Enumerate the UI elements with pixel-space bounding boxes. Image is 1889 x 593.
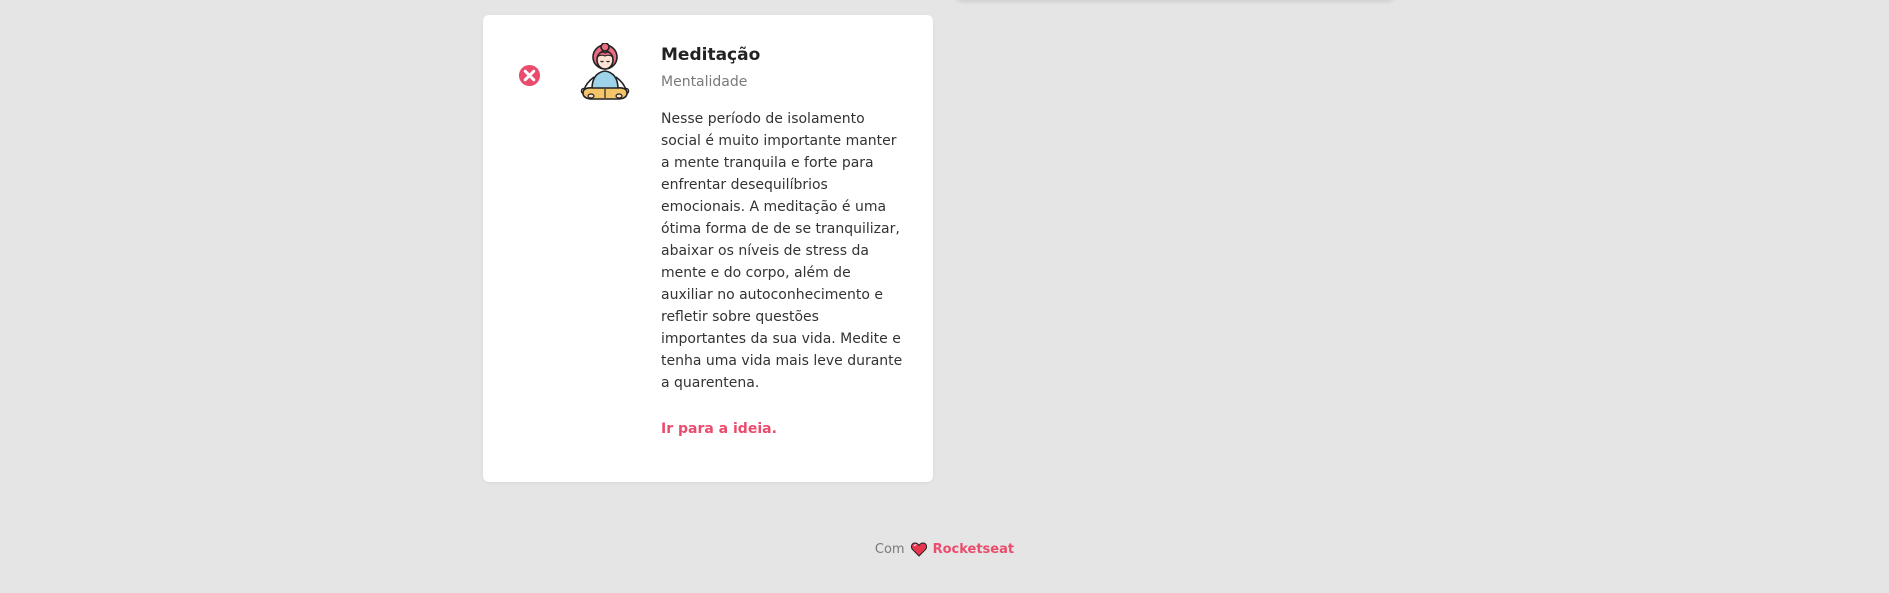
idea-content: Meditação Mentalidade Nesse período de i… xyxy=(661,43,911,437)
footer-prefix: Com xyxy=(874,542,905,557)
meditation-icon xyxy=(577,42,633,103)
idea-category: Mentalidade xyxy=(661,74,748,90)
footer: Com Rocketseat xyxy=(0,542,1889,557)
rocketseat-link[interactable]: Rocketseat xyxy=(933,542,1015,557)
idea-description: Nesse período de isolamento social é mui… xyxy=(661,111,903,391)
idea-card: Meditação Mentalidade Nesse período de i… xyxy=(483,15,933,482)
close-circle-icon xyxy=(518,64,541,87)
go-to-idea-link[interactable]: Ir para a ideia. xyxy=(661,421,777,437)
heart-icon xyxy=(910,542,927,557)
remove-idea-button[interactable] xyxy=(518,64,541,87)
idea-title: Meditação xyxy=(661,45,761,65)
